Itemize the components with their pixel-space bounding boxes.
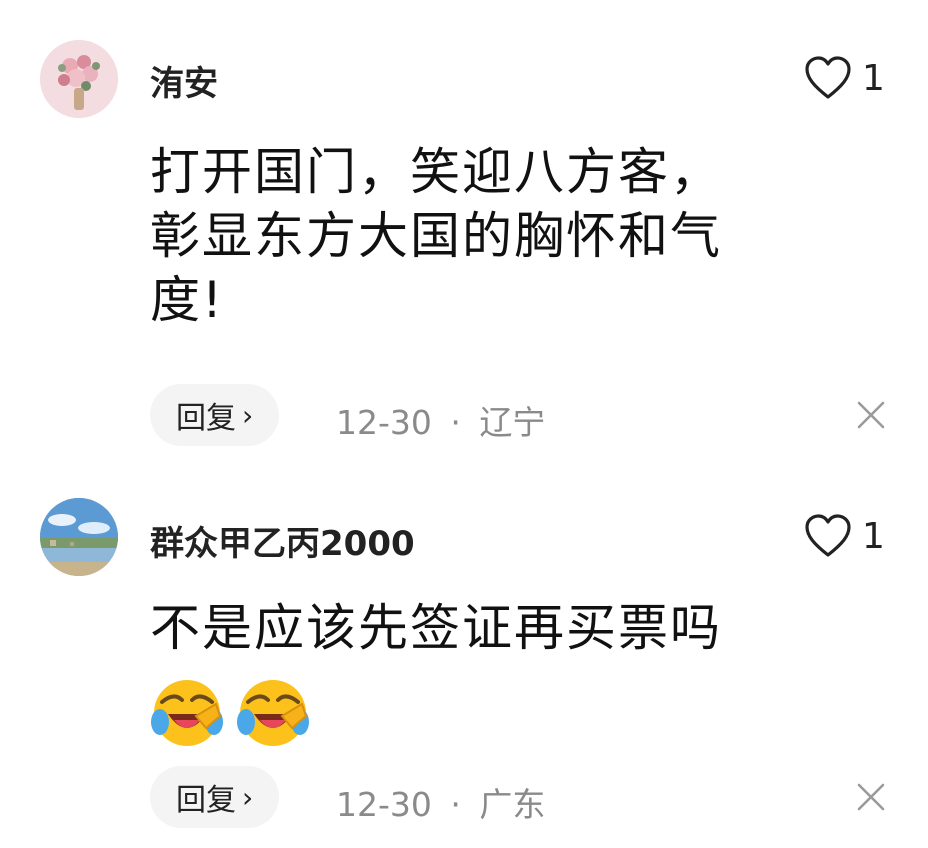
like-button[interactable]: 1 (804, 56, 885, 100)
landscape-avatar-icon (40, 498, 118, 576)
user-avatar[interactable] (40, 40, 118, 118)
comment-text: 打开国门，笑迎八方客， 彰显东方大国的胸怀和气 度! (150, 140, 890, 332)
heart-icon (805, 514, 851, 557)
meta-separator: · (450, 403, 461, 442)
comment-date: 12-30 (336, 785, 432, 824)
comment-text-line: 度! (150, 271, 225, 329)
comment-meta: 12-30 · 辽宁 (336, 396, 545, 444)
heart-icon (805, 56, 851, 99)
laughing-crying-emoji-icon (237, 680, 309, 746)
meta-separator: · (450, 785, 461, 824)
reply-button[interactable]: 回复 › (150, 766, 280, 828)
like-count: 1 (862, 515, 885, 557)
comment-location: 辽宁 (479, 403, 546, 442)
user-avatar[interactable] (40, 498, 118, 576)
comment-text-line: 打开国门，笑迎八方客， (150, 143, 722, 201)
close-icon[interactable] (856, 782, 886, 812)
comment-date: 12-30 (336, 403, 432, 442)
comment-location: 广东 (479, 785, 546, 824)
reply-label: 回复 (176, 783, 236, 818)
chevron-right-icon: › (242, 780, 254, 814)
comment-text-line: 不是应该先签证再买票吗 (150, 599, 722, 657)
chevron-right-icon: › (242, 398, 254, 432)
like-button[interactable]: 1 (804, 514, 885, 558)
username[interactable]: 群众甲乙丙2000 (150, 516, 415, 565)
comment-meta: 12-30 · 广东 (336, 778, 545, 826)
flower-bouquet-avatar-icon (40, 40, 118, 118)
laughing-crying-emoji-icon (151, 680, 223, 746)
comment-text: 不是应该先签证再买票吗 (150, 596, 890, 660)
reply-button[interactable]: 回复 › (150, 384, 280, 446)
comment-text-line: 彰显东方大国的胸怀和气 (150, 207, 722, 265)
like-count: 1 (862, 57, 885, 99)
close-icon[interactable] (856, 400, 886, 430)
reply-label: 回复 (176, 401, 236, 436)
username[interactable]: 洧安 (150, 56, 218, 105)
